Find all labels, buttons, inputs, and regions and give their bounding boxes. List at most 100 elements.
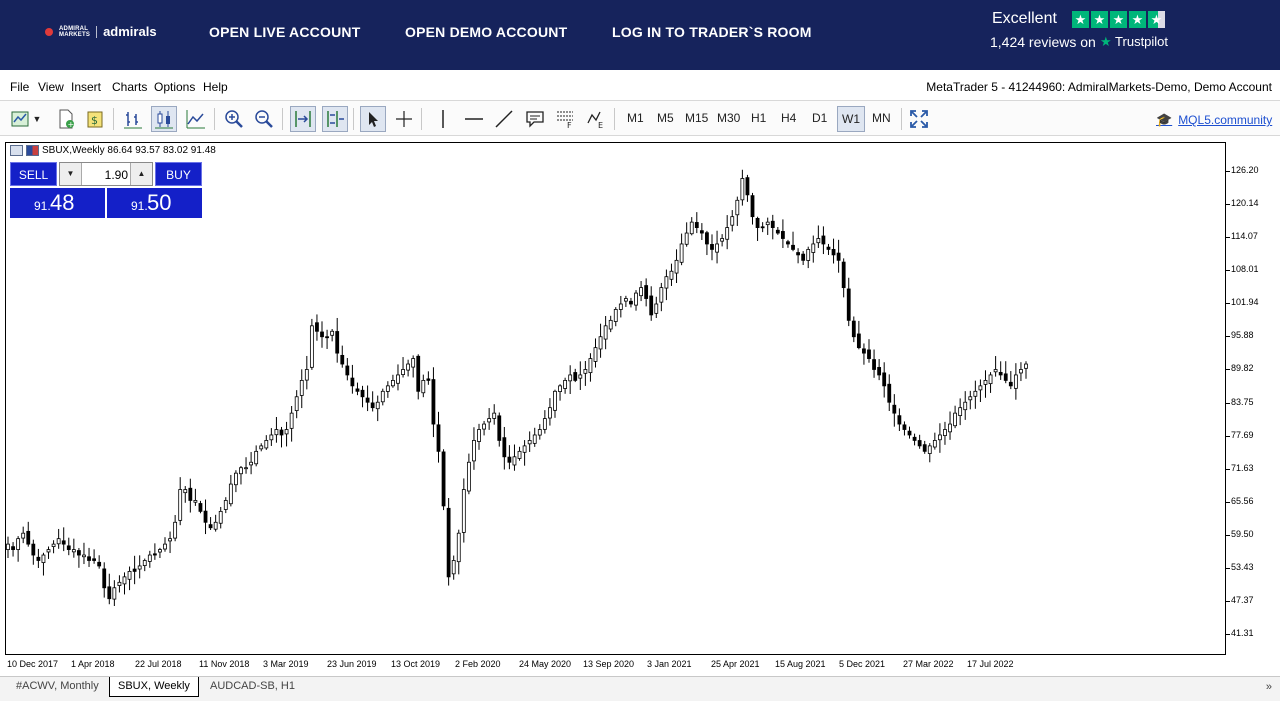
timeframe-m5[interactable]: M5 [657,111,674,125]
candle-body [264,440,269,449]
menu-view[interactable]: View [38,80,64,94]
tab-sbux-weekly[interactable]: SBUX, Weekly [109,677,199,697]
toolbar-divider [901,108,902,130]
y-tick-mark [1226,303,1230,305]
tab-acwv-monthly[interactable]: #ACWV, Monthly [8,677,107,697]
candle [527,431,532,452]
new-order-icon[interactable]: + [53,106,79,132]
menu-file[interactable]: File [10,80,29,94]
x-tick-label: 2 Feb 2020 [455,659,501,669]
candle-body [659,287,664,303]
star-icon: ★ [1091,11,1108,28]
line-chart-icon[interactable] [183,106,209,132]
fullscreen-icon[interactable] [906,106,932,132]
candle-body [892,404,897,414]
menu-options[interactable]: Options [154,80,195,94]
candle [26,521,31,547]
trendline-icon[interactable] [491,106,517,132]
candlestick-chart[interactable] [6,143,1227,656]
dropdown-arrow-icon[interactable]: ▼ [30,106,44,132]
candle [902,421,907,436]
candle [41,552,46,576]
autoscroll-icon[interactable] [290,106,316,132]
open-live-account-link[interactable]: OPEN LIVE ACCOUNT [209,24,360,40]
candle-body [938,434,942,441]
candle [31,539,36,565]
candle-body [993,369,998,373]
trade-icon[interactable]: $ [83,106,109,132]
candle [218,506,223,529]
text-icon[interactable] [522,106,548,132]
candle [1008,371,1013,390]
menu-charts[interactable]: Charts [112,80,147,94]
tab-audcad-h1[interactable]: AUDCAD-SB, H1 [202,677,303,697]
candle [77,547,81,568]
timeframe-d1[interactable]: D1 [812,111,827,125]
candle-body [213,521,218,530]
buy-button[interactable]: BUY [155,162,202,186]
sell-price[interactable]: 91. 48 [10,188,105,218]
zoom-in-icon[interactable] [221,106,247,132]
timeframe-m30[interactable]: M30 [717,111,740,125]
y-tick-mark [1226,601,1230,603]
timeframe-w1[interactable]: W1 [837,106,865,132]
candle-body [841,261,846,289]
candle [97,555,102,569]
candle-body [618,303,623,310]
candle [684,222,689,247]
login-traders-room-link[interactable]: LOG IN TO TRADER`S ROOM [612,24,812,40]
candle [664,269,669,301]
timeframe-m15[interactable]: M15 [685,111,708,125]
open-demo-account-link[interactable]: OPEN DEMO ACCOUNT [405,24,567,40]
candle [755,216,760,241]
zoom-out-icon[interactable] [251,106,277,132]
chart-shift-icon[interactable] [322,106,348,132]
candle [791,231,795,252]
bar-chart-icon[interactable] [120,106,146,132]
trustpilot-rating: Excellent [992,10,1057,27]
candle-body [244,467,248,470]
timeframe-h4[interactable]: H4 [781,111,796,125]
candle-body [132,568,137,572]
vertical-line-icon[interactable] [430,106,456,132]
menu-insert[interactable]: Insert [71,80,101,94]
candle-body [152,553,157,556]
horizontal-line-icon[interactable] [461,106,487,132]
crosshair-icon[interactable] [391,106,417,132]
candle [436,411,441,463]
lot-increase-icon[interactable]: ▲ [130,163,152,185]
candle [61,527,66,552]
candle [244,457,248,474]
chart-area[interactable] [5,142,1226,655]
candle-body [21,532,26,539]
mql5-community-link[interactable]: 🎓 MQL5.community [1156,112,1272,128]
candle-body [117,581,122,586]
candle-body [902,424,907,430]
timeframe-m1[interactable]: M1 [627,111,644,125]
tabs-scroll-arrow-icon[interactable]: » [1266,681,1272,693]
elliott-icon[interactable]: E [583,106,609,132]
lot-input[interactable] [84,168,128,182]
chart-symbol-text: SBUX,Weekly 86.64 93.57 83.02 91.48 [42,145,216,156]
candle [335,317,340,363]
candle-body [289,412,294,429]
candle-body [517,450,522,459]
candle [831,238,836,264]
timeframe-mn[interactable]: MN [872,111,891,125]
fibonacci-icon[interactable]: F [552,106,578,132]
candle-body [203,510,208,523]
menu-help[interactable]: Help [203,80,228,94]
lot-decrease-icon[interactable]: ▼ [60,163,82,185]
cursor-icon[interactable] [360,106,386,132]
candle [634,290,638,311]
candle-body [963,401,968,411]
candle [993,356,998,377]
candle-body [836,252,841,261]
candlestick-icon[interactable] [151,106,177,132]
timeframe-h1[interactable]: H1 [751,111,766,125]
mql5-link-text: MQL5.community [1178,113,1273,127]
buy-price[interactable]: 91. 50 [107,188,202,218]
sell-button[interactable]: SELL [10,162,57,186]
candle-body [816,238,821,244]
admirals-logo[interactable]: ADMIRAL MARKETS admirals [45,24,157,39]
